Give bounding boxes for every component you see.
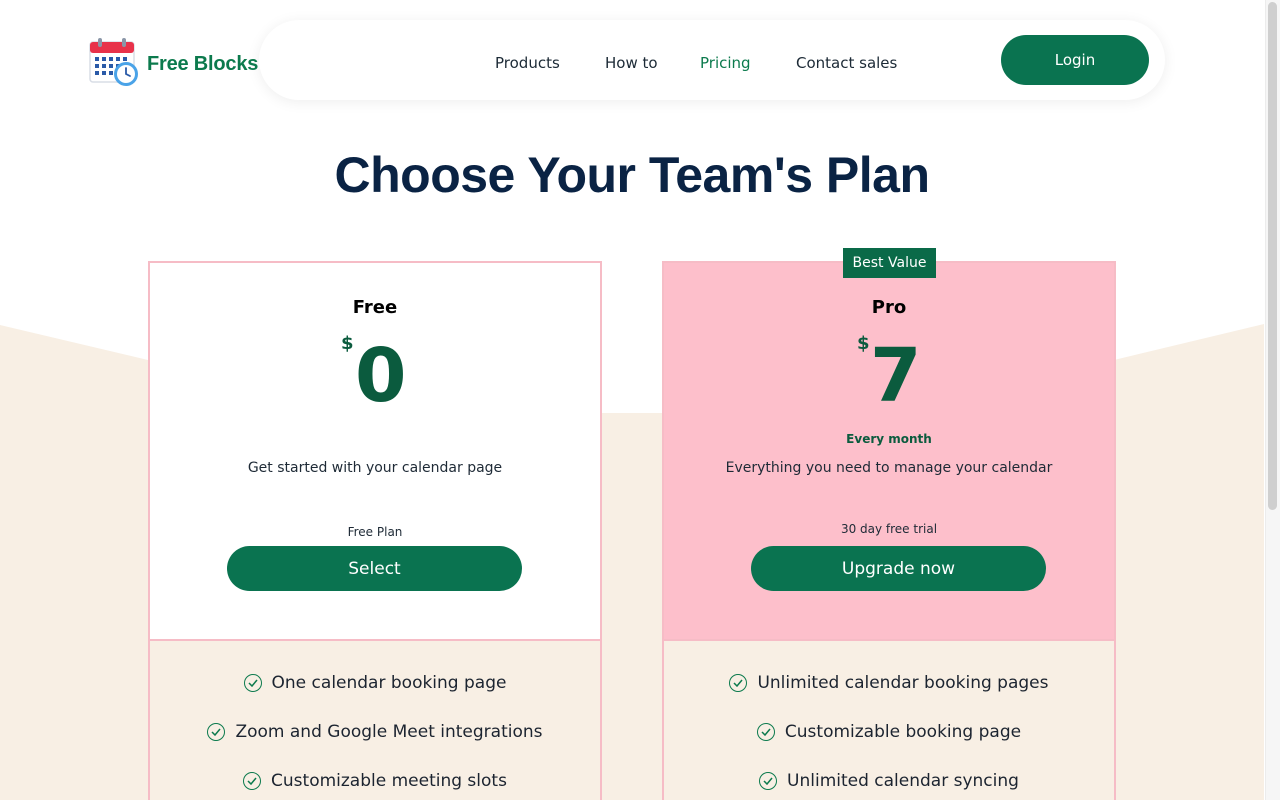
best-value-badge: Best Value	[843, 248, 936, 278]
plan-name: Pro	[871, 297, 907, 318]
plan-price: 7	[870, 333, 922, 419]
nav-pricing[interactable]: Pricing	[700, 54, 751, 72]
plan-price: 0	[355, 333, 407, 419]
feature-label: Customizable booking page	[784, 722, 1022, 742]
check-circle-icon	[759, 772, 778, 790]
feature-item: One calendar booking page	[150, 673, 600, 693]
upgrade-now-button[interactable]: Upgrade now	[751, 546, 1046, 591]
plan-note: 30 day free trial	[840, 522, 938, 536]
nav-products[interactable]: Products	[495, 54, 560, 72]
nav-contact-sales[interactable]: Contact sales	[796, 54, 897, 72]
feature-label: Unlimited calendar syncing	[787, 771, 1019, 791]
select-button[interactable]: Select	[227, 546, 522, 591]
feature-item: Zoom and Google Meet integrations	[150, 722, 600, 742]
calendar-clock-icon	[89, 36, 141, 92]
feature-item: Unlimited calendar booking pages	[664, 673, 1114, 693]
logo-text: Free Blocks	[147, 52, 259, 75]
currency-symbol: $	[341, 333, 354, 354]
pro-plan-card: Pro $ 7 Every month Everything you need …	[662, 261, 1116, 800]
plan-description: Get started with your calendar page	[247, 460, 503, 476]
page-title: Choose Your Team's Plan	[334, 147, 931, 203]
feature-label: Zoom and Google Meet integrations	[235, 722, 543, 742]
pricing-page: Free Blocks Products How to Pricing Cont…	[0, 0, 1280, 800]
free-plan-header: Free $ 0 Get started with your calendar …	[150, 263, 600, 639]
billing-period: Every month	[846, 432, 932, 446]
free-plan-features: One calendar booking page Zoom and Googl…	[150, 639, 600, 800]
pro-plan-header: Pro $ 7 Every month Everything you need …	[664, 263, 1114, 639]
check-circle-icon	[207, 723, 226, 741]
free-plan-card: Free $ 0 Get started with your calendar …	[148, 261, 602, 800]
page-scrollbar[interactable]	[1265, 0, 1280, 800]
check-circle-icon	[243, 772, 262, 790]
check-circle-icon	[756, 723, 775, 741]
check-circle-icon	[729, 674, 748, 692]
pro-plan-features: Unlimited calendar booking pages Customi…	[664, 639, 1114, 800]
plan-note: Free Plan	[347, 525, 403, 539]
currency-symbol: $	[857, 333, 870, 354]
feature-label: Customizable meeting slots	[271, 771, 507, 791]
login-button[interactable]: Login	[1001, 35, 1149, 85]
nav-how-to[interactable]: How to	[605, 54, 658, 72]
plan-description: Everything you need to manage your calen…	[725, 460, 1053, 476]
feature-label: One calendar booking page	[271, 673, 507, 693]
feature-item: Customizable meeting slots	[150, 771, 600, 791]
logo[interactable]: Free Blocks	[89, 36, 258, 92]
check-circle-icon	[243, 674, 262, 692]
plan-name: Free	[352, 297, 398, 318]
feature-item: Unlimited calendar syncing	[664, 771, 1114, 791]
scrollbar-thumb[interactable]	[1268, 2, 1277, 510]
feature-label: Unlimited calendar booking pages	[757, 673, 1049, 693]
feature-item: Customizable booking page	[664, 722, 1114, 742]
